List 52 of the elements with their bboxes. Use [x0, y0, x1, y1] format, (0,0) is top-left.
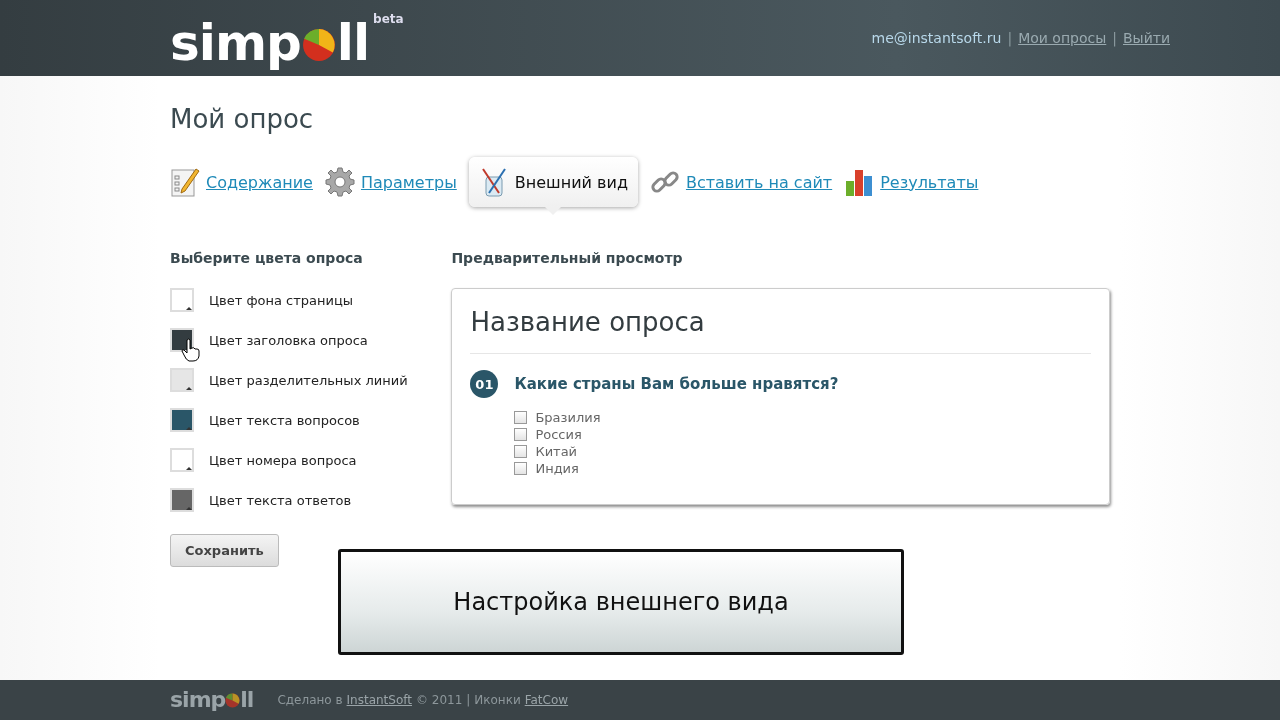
color-swatch[interactable] — [170, 288, 194, 312]
color-swatch[interactable] — [170, 408, 194, 432]
checkbox[interactable] — [514, 411, 528, 424]
separator: | — [1112, 30, 1117, 46]
question-number: 01 — [470, 370, 499, 398]
footer-link[interactable]: FatCow — [524, 693, 569, 707]
footer-text: © 2011 | — [416, 693, 471, 707]
logo-text: simp — [170, 689, 226, 711]
user-email: me@instantsoft.ru — [871, 30, 1002, 46]
color-swatch[interactable] — [170, 488, 194, 512]
checkbox[interactable] — [514, 428, 528, 441]
answer-label: Бразилия — [535, 410, 601, 425]
section-heading: Выберите цвета опроса — [170, 250, 364, 266]
header-link[interactable]: Мои опросы — [1018, 30, 1107, 46]
tab[interactable]: Параметры — [324, 167, 457, 197]
page-title: Мой опрос — [170, 104, 315, 134]
answer-label: Китай — [535, 444, 578, 459]
separator: | — [1007, 30, 1013, 46]
logo-text: simp — [170, 18, 301, 68]
color-label: Цвет разделительных линий — [209, 372, 408, 388]
gear-icon — [324, 167, 355, 197]
tab[interactable]: Результаты — [844, 167, 979, 197]
hand-cursor-icon — [181, 338, 201, 362]
tab[interactable]: Содержание — [170, 167, 313, 197]
answer-label: Индия — [535, 461, 579, 476]
color-swatch[interactable] — [170, 368, 194, 392]
color-swatch[interactable] — [170, 448, 194, 472]
question-text: Какие страны Вам больше нравятся? — [514, 375, 839, 393]
checkbox[interactable] — [514, 462, 528, 475]
section-heading: Предварительный просмотр — [451, 250, 684, 266]
checkbox[interactable] — [514, 445, 528, 458]
pie-chart-icon — [301, 28, 336, 62]
footer-text: Иконки — [474, 693, 521, 707]
footer-link[interactable]: InstantSoft — [346, 693, 412, 707]
beta-label: beta — [373, 12, 404, 26]
footer-text: Сделано в — [277, 693, 343, 707]
bar-chart-icon — [844, 167, 875, 197]
color-label: Цвет текста вопросов — [209, 412, 360, 428]
answer-label: Россия — [535, 427, 582, 442]
header-link[interactable]: Выйти — [1123, 30, 1170, 46]
logo-text: ll — [336, 18, 370, 68]
caption-box: Настройка внешнего вида — [338, 549, 904, 655]
document-pencil-icon — [170, 167, 200, 197]
color-label: Цвет номера вопроса — [209, 452, 357, 468]
save-button[interactable]: Сохранить — [170, 534, 279, 567]
tab[interactable]: Вставить на сайт — [649, 167, 833, 197]
color-label: Цвет заголовка опроса — [209, 332, 368, 348]
color-label: Цвет фона страницы — [209, 292, 354, 308]
logo-text: ll — [240, 689, 254, 711]
pie-chart-icon — [225, 693, 241, 708]
color-label: Цвет текста ответов — [209, 492, 352, 508]
poll-title: Название опроса — [470, 307, 1091, 354]
